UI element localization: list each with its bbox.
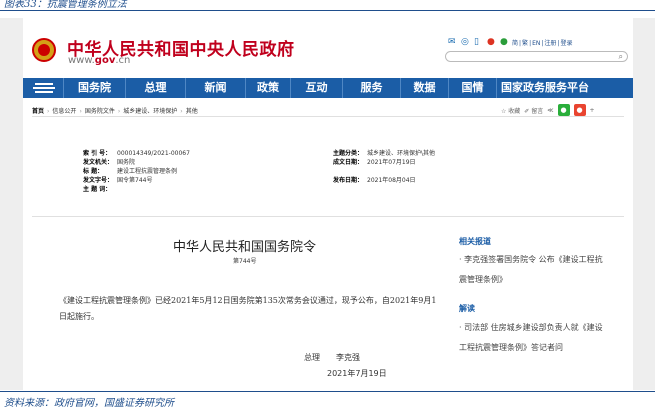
meta-index: 索 引 号： 000014349/2021-00067	[83, 150, 190, 157]
breadcrumb: 首页 › 信息公开 › 国务院文件 › 城乡建设、环境保护 › 其他	[32, 108, 198, 115]
figure-source: 资料来源：政府官网，国盛证券研究所	[4, 398, 174, 409]
site-url: www.gov.cn	[68, 55, 131, 66]
top-links: 简|繁|EN|注册|登录	[512, 40, 573, 47]
breadcrumb-category[interactable]: 城乡建设、环境保护	[123, 108, 177, 115]
related-report-link[interactable]: · 李克强签署国务院令 公布《建设工程抗震管理条例》	[459, 250, 609, 290]
caption-divider	[0, 10, 655, 11]
breadcrumb-info[interactable]: 信息公开	[52, 108, 76, 115]
divider	[32, 116, 624, 117]
top-icons: ✉ ◎ ▯ ● ●	[448, 38, 509, 47]
gov-page: 中华人民共和国中央人民政府 www.gov.cn ✉ ◎ ▯ ● ● 简|繁|E…	[23, 18, 633, 390]
link-register[interactable]: 注册	[544, 40, 556, 47]
figure-caption: 图表33：抗震管理条例立法	[4, 0, 127, 10]
breadcrumb-home[interactable]: 首页	[32, 108, 44, 115]
weibo-icon[interactable]: ●	[487, 38, 496, 47]
source-divider	[0, 391, 655, 392]
search-input[interactable]: ⌕	[445, 51, 628, 62]
nav-item-data[interactable]: 数据	[400, 78, 448, 98]
interpretation-link[interactable]: · 司法部 住房城乡建设部负责人就《建设工程抗震管理条例》答记者问	[459, 318, 609, 358]
nav-item-services[interactable]: 服务	[342, 78, 400, 98]
screenshot-frame: 中华人民共和国中央人民政府 www.gov.cn ✉ ◎ ▯ ● ● 简|繁|E…	[0, 18, 655, 390]
app-icon[interactable]: ◎	[461, 38, 470, 47]
meta-subject: 主 题 词：	[83, 186, 112, 193]
share-icon[interactable]: ≪	[547, 107, 553, 114]
wechat-icon[interactable]: ●	[500, 38, 509, 47]
nav-item-national-conditions[interactable]: 国情	[448, 78, 496, 98]
link-traditional[interactable]: 繁	[522, 40, 528, 47]
main-nav: 国务院 总理 新闻 政策 互动 服务 数据 国情 国家政务服务平台	[23, 78, 633, 98]
link-login[interactable]: 登录	[560, 40, 572, 47]
meta-created: 成文日期： 2021年07月19日	[333, 159, 416, 166]
meta-docno: 发文字号： 国令第744号	[83, 177, 153, 184]
nav-item-policy[interactable]: 政策	[245, 78, 290, 98]
weibo-share-icon[interactable]: ●	[573, 104, 586, 116]
comment-button[interactable]: ✐ 留言	[524, 106, 543, 115]
divider	[32, 216, 624, 217]
meta-issuer: 发文机关： 国务院	[83, 159, 136, 166]
nav-item-interaction[interactable]: 互动	[290, 78, 342, 98]
more-share-icon[interactable]: +	[590, 107, 595, 114]
related-reports-title: 相关报道	[459, 237, 491, 246]
link-english[interactable]: EN	[532, 40, 540, 47]
link-simplified[interactable]: 简	[512, 40, 518, 47]
nav-item-service-platform[interactable]: 国家政务服务平台	[496, 78, 593, 98]
nav-item-news[interactable]: 新闻	[185, 78, 245, 98]
article-number: 第744号	[233, 258, 257, 265]
interpretation-title: 解读	[459, 304, 475, 313]
mobile-icon[interactable]: ▯	[474, 38, 483, 47]
article-signer: 总理 李克强	[304, 353, 360, 362]
article-title: 中华人民共和国国务院令	[173, 240, 317, 255]
article-body: 《建设工程抗震管理条例》已经2021年5月12日国务院第135次常务会议通过，现…	[59, 296, 437, 321]
nav-item-premier[interactable]: 总理	[125, 78, 185, 98]
meta-topic: 主题分类： 城乡建设、环境保护\其他	[333, 150, 436, 157]
meta-title: 标 题： 建设工程抗震管理条例	[83, 168, 178, 175]
home-gate-icon[interactable]	[23, 78, 63, 98]
search-icon[interactable]: ⌕	[619, 52, 623, 62]
nav-item-state-council[interactable]: 国务院	[63, 78, 125, 98]
national-emblem-icon[interactable]	[32, 38, 56, 62]
meta-published: 发布日期： 2021年08月04日	[333, 177, 416, 184]
article-date: 2021年7月19日	[327, 369, 387, 378]
mail-icon[interactable]: ✉	[448, 38, 457, 47]
wechat-share-icon[interactable]: ●	[557, 104, 570, 116]
breadcrumb-docs[interactable]: 国务院文件	[85, 108, 115, 115]
page-tools: ☆ 收藏 ✐ 留言 ≪ ● ● +	[501, 104, 595, 116]
breadcrumb-other[interactable]: 其他	[186, 108, 198, 115]
favorite-button[interactable]: ☆ 收藏	[501, 106, 520, 115]
